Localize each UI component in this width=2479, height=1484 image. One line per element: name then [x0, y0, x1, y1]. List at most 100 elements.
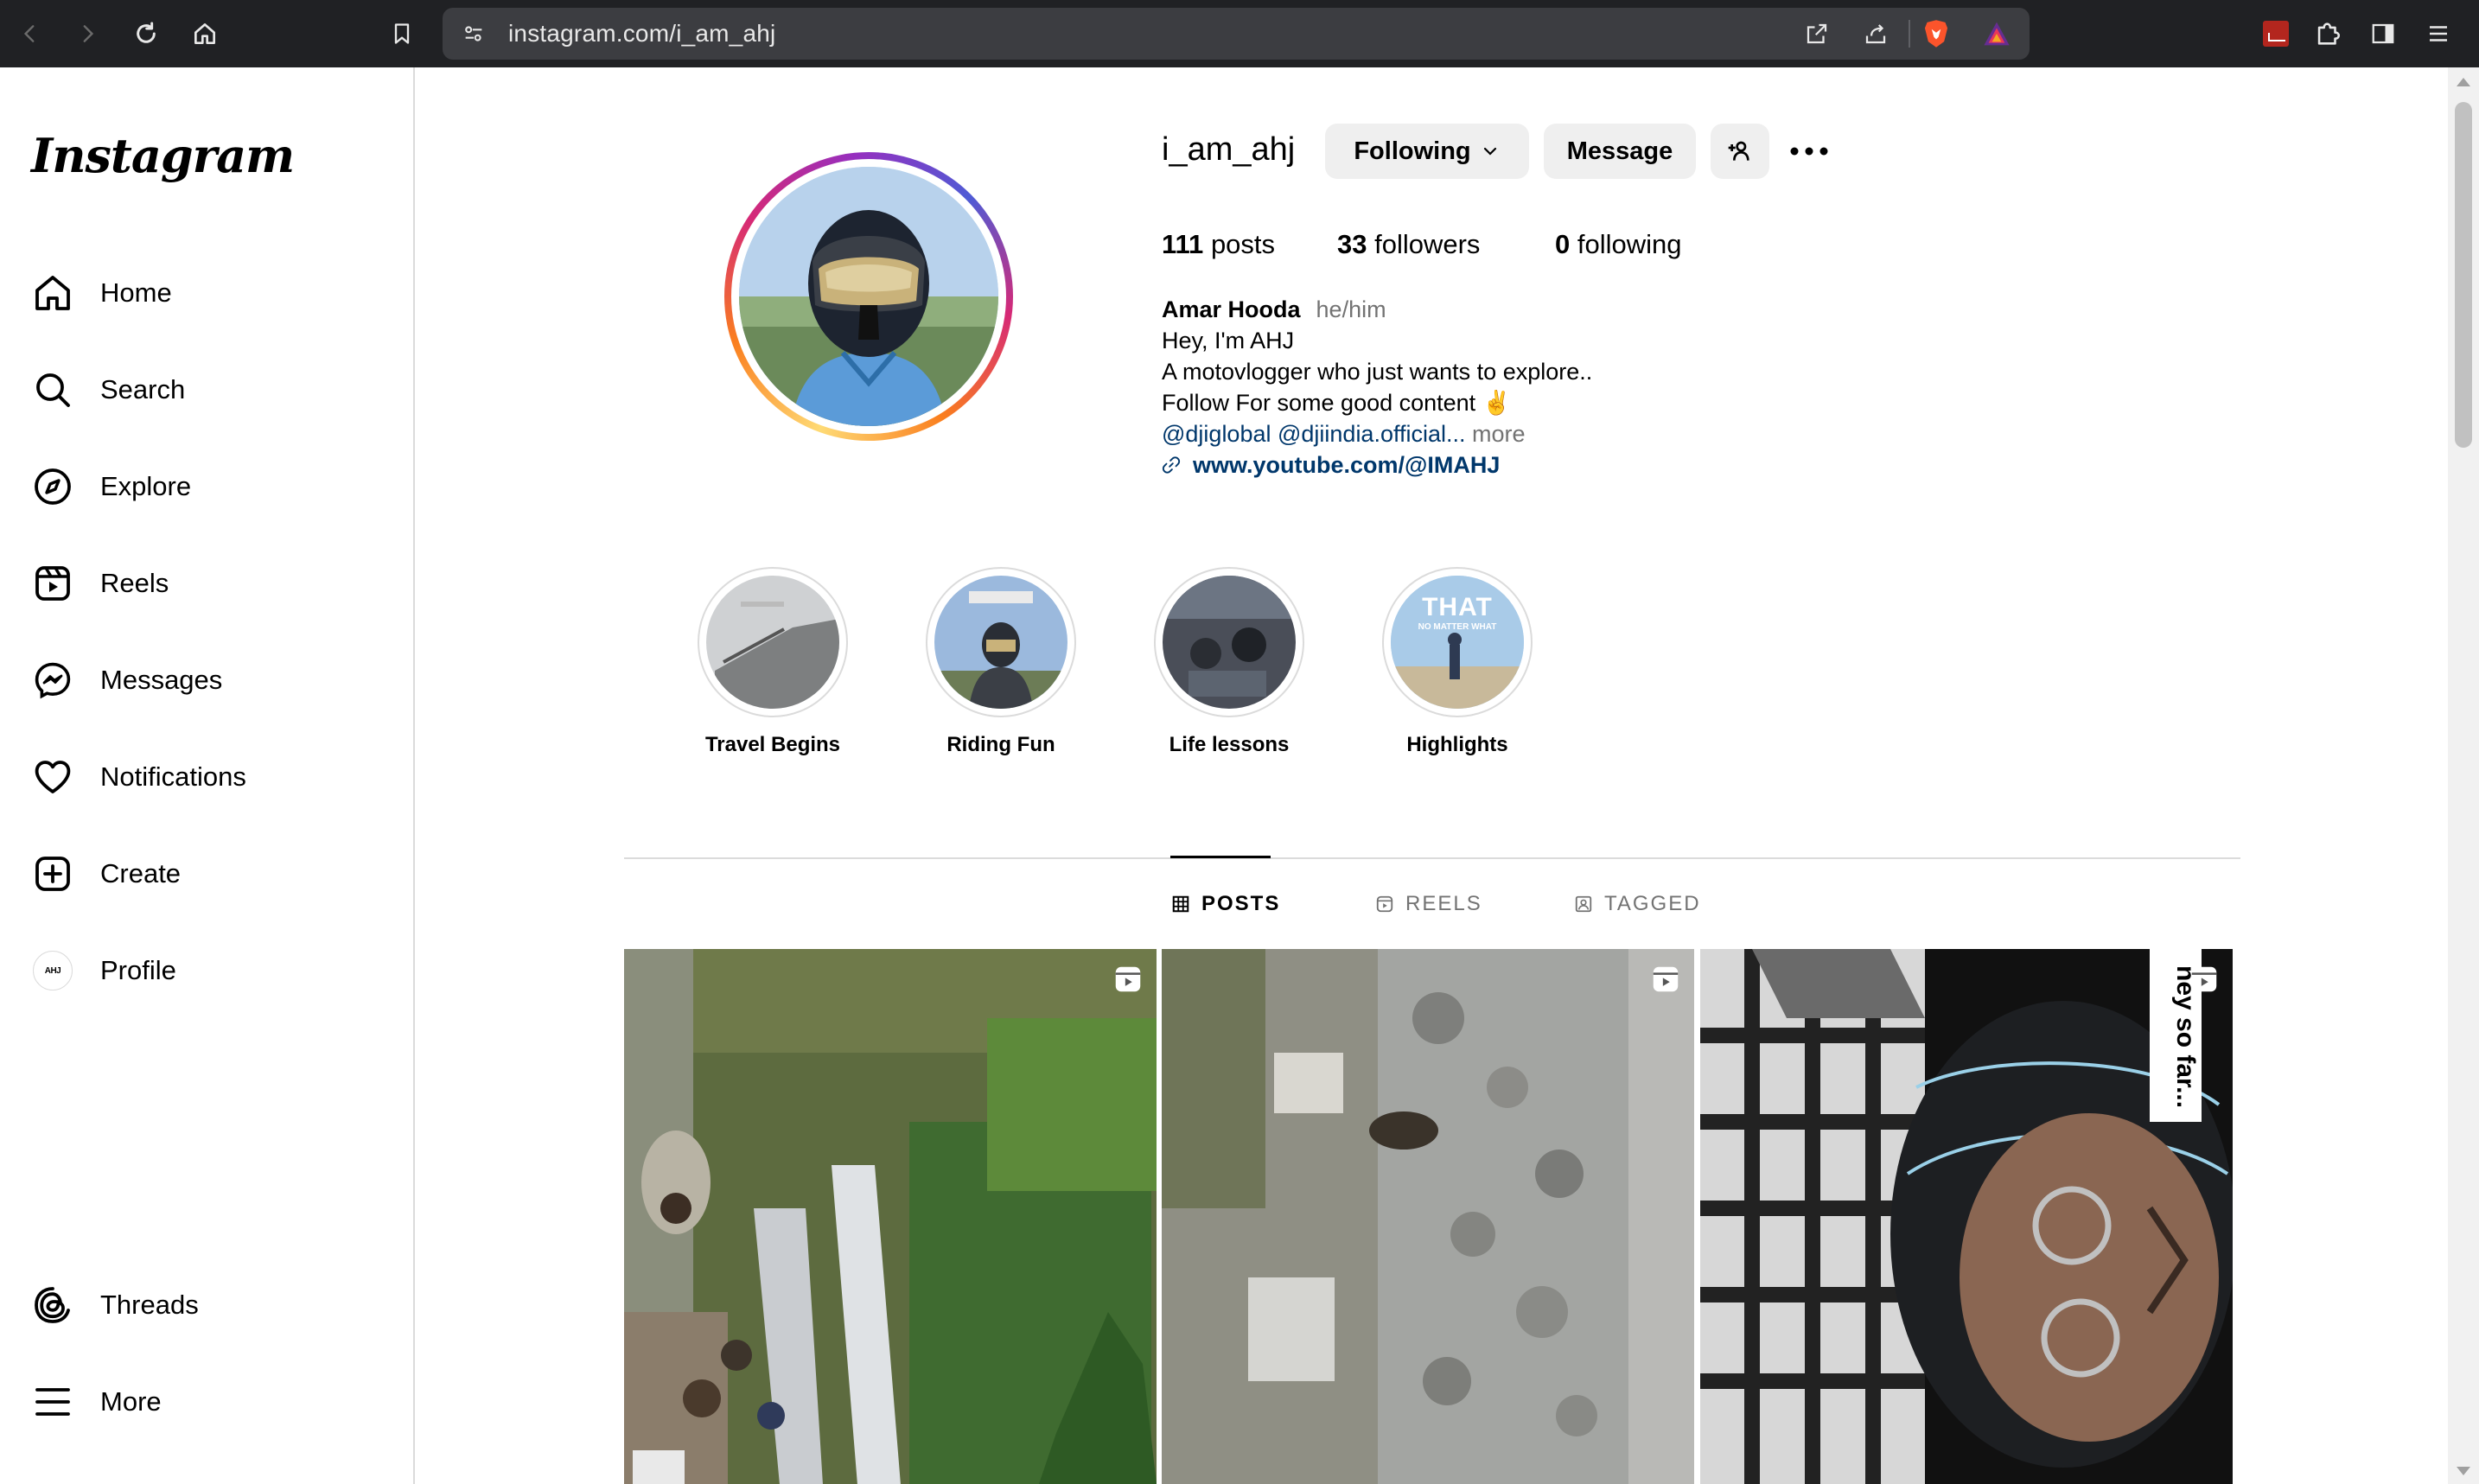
- link-icon: [1162, 456, 1181, 474]
- brave-shields-button[interactable]: [1921, 18, 1952, 49]
- sidebar-item-label: Reels: [100, 568, 169, 598]
- sidebar-item-notifications[interactable]: Notifications: [31, 750, 246, 804]
- highlight-ring: [926, 567, 1076, 717]
- sidebar-panel-icon: [2372, 23, 2394, 44]
- sidebar-item-profile[interactable]: AHJ Profile: [31, 944, 176, 997]
- bio-external-link[interactable]: www.youtube.com/@IMAHJ: [1193, 449, 1500, 481]
- highlight-cover-travel: [706, 576, 839, 709]
- highlight-item[interactable]: Travel Begins: [695, 567, 851, 757]
- following-count[interactable]: 0 following: [1555, 229, 1682, 260]
- tab-reels[interactable]: REELS: [1374, 892, 1482, 916]
- bio-more-link[interactable]: more: [1472, 421, 1526, 447]
- message-button[interactable]: Message: [1544, 124, 1696, 179]
- page-scrollbar[interactable]: [2448, 67, 2479, 1484]
- highlight-label: Travel Begins: [704, 733, 841, 756]
- helmet-rider-image: [739, 167, 998, 426]
- bookmark-button[interactable]: [384, 16, 420, 52]
- bio-mentions[interactable]: @djiglobal @djiindia.official...: [1162, 421, 1466, 447]
- profile-avatar-story-ring[interactable]: [724, 152, 1013, 441]
- post-image-waterfall: [624, 949, 1157, 1484]
- sidebar-item-create[interactable]: Create: [31, 847, 181, 901]
- highlight-item[interactable]: THAT NO MATTER WHAT Highlights: [1380, 567, 1535, 757]
- highlight-ring: [1154, 567, 1304, 717]
- highlight-cover-life: [1163, 576, 1296, 709]
- tab-posts-label: POSTS: [1201, 892, 1281, 915]
- share-icon: [1865, 24, 1886, 44]
- scroll-down-arrow-icon[interactable]: [2457, 1467, 2470, 1475]
- highlight-item[interactable]: Life lessons: [1151, 567, 1307, 757]
- sidebar-item-threads[interactable]: Threads: [31, 1278, 199, 1332]
- tab-posts[interactable]: POSTS: [1170, 892, 1280, 916]
- profile-photo: [739, 167, 998, 426]
- profile-bio: Amar Hooda he/him Hey, I'm AHJ A motovlog…: [1162, 294, 1592, 481]
- highlight-item[interactable]: Riding Fun: [923, 567, 1079, 757]
- sidebar-item-more[interactable]: More: [31, 1375, 162, 1429]
- browser-menu-button[interactable]: [2420, 16, 2457, 52]
- reels-icon: [31, 562, 74, 605]
- url-text[interactable]: instagram.com/i_am_ahj: [508, 20, 775, 48]
- menu-icon: [31, 1380, 74, 1423]
- sidebar-toggle-button[interactable]: [2365, 16, 2401, 52]
- reels-tab-icon: [1374, 894, 1395, 914]
- profile-username: i_am_ahj: [1162, 131, 1296, 168]
- back-button[interactable]: [12, 16, 48, 52]
- post-tile[interactable]: ney so far...: [1700, 949, 2233, 1484]
- sidebar-item-home[interactable]: Home: [31, 266, 172, 320]
- sidebar-item-messages[interactable]: Messages: [31, 653, 222, 707]
- followers-count-value: 33: [1337, 229, 1367, 259]
- open-in-app-button[interactable]: [1801, 18, 1832, 49]
- sidebar-item-label: Create: [100, 858, 182, 888]
- site-settings-button[interactable]: [458, 18, 489, 49]
- highlight-cover-highlights: THAT NO MATTER WHAT: [1391, 576, 1524, 709]
- sidebar-item-label: Threads: [100, 1290, 199, 1320]
- reload-button[interactable]: [128, 16, 164, 52]
- chevron-down-icon: [1483, 147, 1496, 156]
- sidebar-item-reels[interactable]: Reels: [31, 557, 169, 610]
- scrollbar-thumb[interactable]: [2455, 102, 2472, 448]
- following-button[interactable]: Following: [1325, 124, 1529, 179]
- highlight-ring: THAT NO MATTER WHAT: [1382, 567, 1533, 717]
- sidebar-item-label: Profile: [100, 955, 176, 985]
- reel-badge-icon: [1653, 966, 1679, 992]
- highlight-label: Life lessons: [1169, 733, 1290, 756]
- forward-arrow-icon: [83, 25, 94, 42]
- bio-line: Hey, I'm AHJ: [1162, 328, 1295, 353]
- home-page-button[interactable]: [187, 16, 223, 52]
- brave-lion-icon: [1924, 20, 1948, 48]
- sidebar-item-label: More: [100, 1386, 162, 1417]
- post-tile[interactable]: [1162, 949, 1694, 1484]
- tab-reels-label: REELS: [1405, 892, 1482, 915]
- sidebar-item-explore[interactable]: Explore: [31, 460, 191, 513]
- following-count-value: 0: [1555, 229, 1571, 259]
- tab-tagged-label: TAGGED: [1604, 892, 1701, 915]
- tab-tagged[interactable]: TAGGED: [1573, 892, 1701, 916]
- back-arrow-icon: [23, 25, 35, 42]
- avatar-ring-gap: [731, 159, 1006, 434]
- posts-count: 111 posts: [1162, 229, 1275, 260]
- extensions-menu-button[interactable]: [2310, 16, 2346, 52]
- post-tile[interactable]: [624, 949, 1157, 1484]
- scroll-up-arrow-icon[interactable]: [2457, 78, 2470, 86]
- followers-count[interactable]: 33 followers: [1337, 229, 1480, 260]
- reel-badge-icon: [2191, 966, 2217, 992]
- external-link-icon: [1807, 23, 1827, 44]
- suggested-accounts-button[interactable]: [1711, 124, 1769, 179]
- following-count-label: following: [1577, 229, 1682, 259]
- toolbar-divider: [1909, 20, 1910, 48]
- sidebar-item-label: Home: [100, 277, 172, 308]
- forward-button[interactable]: [69, 16, 105, 52]
- share-button[interactable]: [1860, 18, 1891, 49]
- options-button[interactable]: [1788, 131, 1831, 171]
- brave-rewards-button[interactable]: [1981, 18, 2012, 49]
- address-bar[interactable]: instagram.com/i_am_ahj: [443, 8, 2030, 60]
- message-button-label: Message: [1566, 137, 1673, 165]
- instagram-logo[interactable]: Instagram: [31, 128, 295, 183]
- highlight-label: Highlights: [1406, 733, 1508, 756]
- highlight-overlay-text: THAT: [1422, 593, 1493, 621]
- reload-icon: [137, 22, 156, 43]
- sidebar-item-search[interactable]: Search: [31, 363, 185, 417]
- bookmark-icon: [394, 23, 410, 44]
- extension-button[interactable]: [2258, 16, 2294, 52]
- tune-icon: [465, 26, 482, 41]
- post-image-stones: [1162, 949, 1694, 1484]
